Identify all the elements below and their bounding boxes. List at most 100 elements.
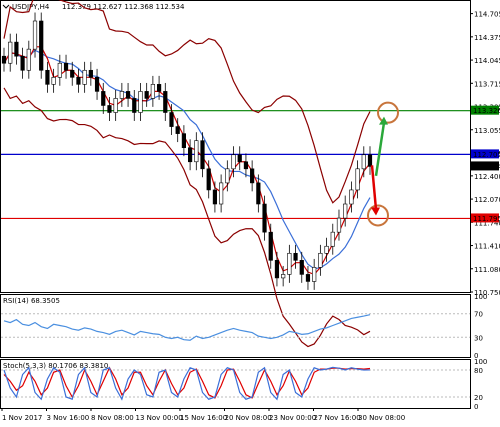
time-tick-label: 13 Nov 00:00 bbox=[136, 414, 183, 422]
candle-body bbox=[212, 189, 218, 205]
time-tick-label: 3 Nov 16:00 bbox=[47, 414, 90, 422]
time-tick-label: 8 Nov 08:00 bbox=[91, 414, 134, 422]
candle-body bbox=[39, 20, 44, 71]
price-tick-label: 112.400 bbox=[474, 173, 500, 181]
rsi-tick-label: 100 bbox=[474, 293, 487, 301]
candle-body bbox=[150, 84, 155, 99]
price-tick-label: 111.410 bbox=[474, 243, 500, 251]
red-level-price-label: 111.795 bbox=[473, 215, 500, 223]
candle-body bbox=[138, 91, 143, 113]
candle-body bbox=[175, 126, 180, 134]
price-tick-label: 112.070 bbox=[474, 196, 500, 204]
time-tick-label: 30 Nov 08:00 bbox=[358, 414, 405, 422]
candle-body bbox=[250, 168, 255, 184]
candle-body bbox=[262, 203, 267, 233]
red-arrow-head bbox=[371, 207, 380, 216]
time-tick-label: 27 Nov 16:00 bbox=[314, 414, 361, 422]
candle-body bbox=[181, 133, 186, 149]
upper-band-line bbox=[3, 0, 371, 204]
candle-body bbox=[256, 182, 261, 205]
candle-body bbox=[324, 245, 329, 254]
candle-body bbox=[293, 252, 298, 261]
candle-body bbox=[20, 55, 25, 71]
chart-canvas: 114.705114.375114.045113.715113.385113.0… bbox=[0, 0, 500, 422]
candle-body bbox=[156, 84, 162, 92]
candle-body bbox=[268, 231, 273, 261]
price-tick-label: 114.375 bbox=[474, 34, 500, 42]
slow-ma-line bbox=[3, 49, 371, 270]
candle-body bbox=[88, 69, 93, 78]
candle-body bbox=[330, 231, 335, 247]
candle-body bbox=[32, 20, 38, 50]
candle-body bbox=[318, 252, 323, 268]
candle-body bbox=[225, 168, 230, 184]
candle-body bbox=[237, 154, 242, 163]
rsi-tick-label: 70 bbox=[474, 311, 483, 319]
candle-body bbox=[82, 69, 87, 85]
stoch-tick-label: 100 bbox=[474, 358, 487, 366]
rsi-panel-frame bbox=[0, 294, 471, 358]
price-tick-label: 114.705 bbox=[474, 11, 500, 19]
main-chart-frame bbox=[0, 0, 471, 293]
price-tick-label: 113.715 bbox=[474, 80, 500, 88]
candle-body bbox=[367, 154, 373, 167]
candle-body bbox=[194, 140, 199, 163]
candle-body bbox=[219, 182, 224, 205]
candle-body bbox=[101, 91, 106, 106]
candle-body bbox=[125, 91, 131, 99]
candle-body bbox=[132, 98, 137, 113]
target-circle-up bbox=[377, 101, 399, 124]
candle-body bbox=[299, 260, 304, 275]
candle-body bbox=[343, 203, 348, 219]
current-price-label: 112.534 bbox=[473, 163, 500, 171]
stoch-tick-label: 20 bbox=[474, 394, 483, 402]
candle-body bbox=[206, 168, 211, 191]
candle-body bbox=[243, 161, 249, 170]
candle-body bbox=[26, 48, 31, 71]
candle-body bbox=[107, 105, 112, 113]
candle-body bbox=[287, 252, 292, 275]
candle-body bbox=[355, 168, 360, 191]
rsi-tick-label: 30 bbox=[474, 334, 483, 342]
rsi-line bbox=[3, 314, 371, 341]
blue-level-price-label: 112.705 bbox=[473, 151, 500, 159]
time-tick-label: 23 Nov 00:00 bbox=[269, 414, 316, 422]
candle-body bbox=[1, 55, 7, 64]
price-tick-label: 113.055 bbox=[474, 127, 500, 135]
candle-body bbox=[312, 267, 317, 282]
candle-body bbox=[361, 154, 366, 170]
candle-body bbox=[349, 189, 354, 205]
candle-body bbox=[336, 217, 342, 233]
candle-body bbox=[281, 274, 286, 279]
price-tick-label: 114.045 bbox=[474, 57, 500, 65]
candle-body bbox=[188, 147, 193, 163]
candle-body bbox=[45, 69, 50, 85]
stoch-tick-label: 80 bbox=[474, 367, 483, 375]
time-tick-label: 1 Nov 2017 bbox=[2, 414, 42, 422]
candle-body bbox=[113, 98, 118, 113]
chevron-down-icon bbox=[2, 4, 10, 9]
candle-body bbox=[51, 77, 56, 85]
candle-body bbox=[14, 41, 19, 57]
time-tick-label: 15 Nov 16:00 bbox=[180, 414, 227, 422]
candle-body bbox=[57, 62, 62, 78]
candle-body bbox=[305, 274, 311, 282]
time-tick-label: 20 Nov 08:00 bbox=[225, 414, 272, 422]
candle-body bbox=[119, 91, 124, 99]
candle-body bbox=[231, 154, 236, 170]
stoch-tick-label: 0 bbox=[474, 403, 478, 411]
candle-body bbox=[274, 260, 280, 279]
price-tick-label: 111.080 bbox=[474, 266, 500, 274]
lower-band-line bbox=[3, 87, 371, 348]
candle-body bbox=[70, 69, 75, 78]
candle-body bbox=[8, 41, 13, 64]
fast-ma-line bbox=[3, 46, 371, 276]
rsi-label: RSI(14) 68.3505 bbox=[3, 297, 60, 305]
candle-body bbox=[144, 91, 149, 99]
candle-body bbox=[94, 77, 100, 92]
green-arrow-line bbox=[374, 122, 386, 177]
candle-body bbox=[169, 112, 174, 127]
candle-body bbox=[163, 91, 168, 113]
green-level-price-label: 113.326 bbox=[473, 107, 500, 115]
candle-body bbox=[76, 77, 81, 85]
